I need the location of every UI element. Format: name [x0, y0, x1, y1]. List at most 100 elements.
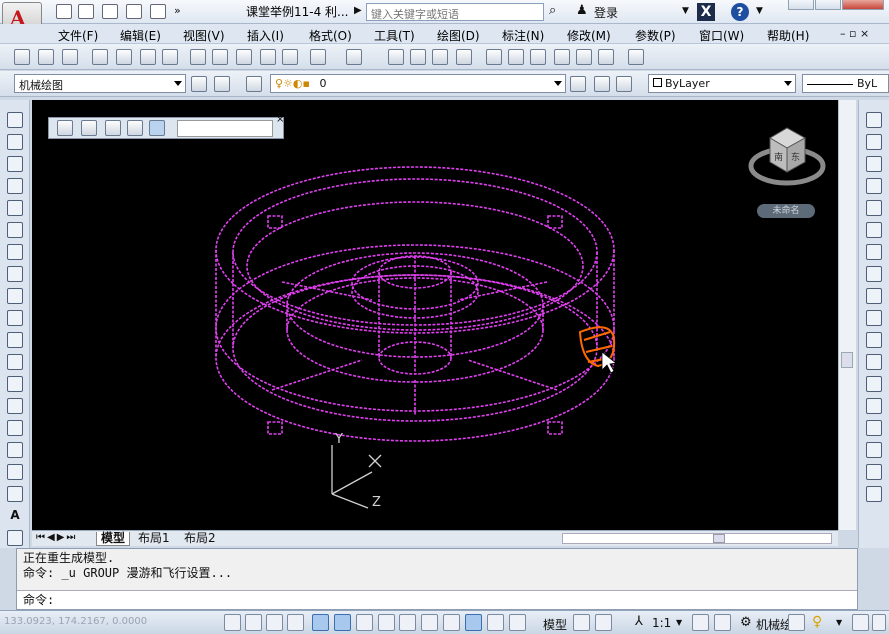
preview-icon[interactable]	[116, 49, 132, 65]
3d-object-snap-icon[interactable]	[356, 614, 373, 631]
table-icon[interactable]	[7, 486, 23, 502]
quickcalc-icon[interactable]	[598, 49, 614, 65]
model-space-toggle[interactable]: 模型	[543, 616, 567, 633]
copy-object-icon[interactable]	[866, 134, 882, 150]
drawing-canvas[interactable]: Y Z 南 东	[32, 100, 838, 530]
layer-manager-icon[interactable]	[246, 76, 262, 92]
more-icon[interactable]: »	[174, 4, 181, 17]
help-dropdown-icon[interactable]: ▼	[756, 6, 763, 16]
join-icon[interactable]	[866, 398, 882, 414]
zoom-realtime-icon[interactable]	[410, 49, 426, 65]
auto-scale-icon[interactable]	[714, 614, 731, 631]
save-as-icon[interactable]	[126, 4, 142, 19]
offset-icon[interactable]	[866, 178, 882, 194]
doc-window-controls-icon[interactable]: – ▫ ×	[840, 27, 869, 40]
zoom-window-icon[interactable]	[432, 49, 448, 65]
horizontal-scroll-thumb[interactable]	[713, 534, 725, 543]
point-icon[interactable]	[7, 398, 23, 414]
circle-icon[interactable]	[7, 244, 23, 260]
sheet-set-icon[interactable]	[554, 49, 570, 65]
cut-icon[interactable]	[190, 49, 206, 65]
vertical-scroll-thumb[interactable]	[841, 352, 853, 368]
menu-insert[interactable]: 插入(I)	[247, 27, 284, 44]
save-toolbar-icon[interactable]	[62, 49, 78, 65]
layer-select[interactable]: ♀☼◐▪ 0	[270, 74, 566, 93]
quick-view-layouts-icon[interactable]	[573, 614, 590, 631]
line-icon[interactable]	[7, 112, 23, 128]
qnew-icon[interactable]	[14, 49, 30, 65]
markup-icon[interactable]	[576, 49, 592, 65]
polygon-icon[interactable]	[7, 178, 23, 194]
break-icon[interactable]	[866, 376, 882, 392]
object-snap-tracking-icon[interactable]	[378, 614, 395, 631]
workspace-gear-icon[interactable]: ⚙	[740, 615, 752, 630]
menu-dimension[interactable]: 标注(N)	[502, 27, 544, 44]
undo-icon[interactable]	[310, 49, 326, 65]
construction-line-icon[interactable]	[7, 134, 23, 150]
quick-properties-icon[interactable]	[487, 614, 504, 631]
redo-icon[interactable]	[346, 49, 362, 65]
layer-states-icon[interactable]	[616, 76, 632, 92]
hatch-icon[interactable]	[7, 420, 23, 436]
multiline-text-icon[interactable]: A	[7, 508, 23, 524]
extend-icon[interactable]	[866, 332, 882, 348]
mirror-icon[interactable]	[866, 156, 882, 172]
toolbar-lock-icon[interactable]	[788, 614, 805, 631]
rectangle-icon[interactable]	[7, 200, 23, 216]
tab-model[interactable]: 模型	[96, 532, 131, 546]
match-properties-icon[interactable]	[282, 49, 298, 65]
trim-icon[interactable]	[866, 310, 882, 326]
menu-window[interactable]: 窗口(W)	[699, 27, 744, 44]
save-icon[interactable]	[102, 4, 118, 19]
dynamic-ucs-icon[interactable]	[399, 614, 416, 631]
coordinate-readout[interactable]: 133.0923, 174.2167, 0.0000	[4, 616, 147, 627]
command-input[interactable]: 命令:	[17, 591, 857, 610]
blend-curves-icon[interactable]	[866, 464, 882, 480]
object-snap-icon[interactable]	[334, 614, 351, 631]
3d-print-icon[interactable]	[162, 49, 178, 65]
close-button[interactable]	[842, 0, 884, 10]
pan-icon[interactable]	[388, 49, 404, 65]
add-selected-icon[interactable]	[7, 530, 23, 546]
infer-constraints-icon[interactable]	[224, 614, 241, 631]
make-current-layer-icon[interactable]	[570, 76, 586, 92]
spline-icon[interactable]	[7, 288, 23, 304]
zoom-previous-icon[interactable]	[456, 49, 472, 65]
exchange-icon[interactable]: X	[697, 3, 715, 21]
region-icon[interactable]	[7, 464, 23, 480]
help-toolbar-icon[interactable]	[628, 49, 644, 65]
selection-cycling-icon[interactable]	[509, 614, 526, 631]
design-center-icon[interactable]	[508, 49, 524, 65]
grid-display-icon[interactable]	[266, 614, 283, 631]
scale-icon[interactable]	[866, 266, 882, 282]
rotate-icon[interactable]	[866, 244, 882, 260]
quick-view-drawings-icon[interactable]	[595, 614, 612, 631]
dynamic-input-icon[interactable]	[421, 614, 438, 631]
viewcube[interactable]: 南 东	[748, 127, 826, 186]
help-icon[interactable]: ?	[731, 3, 749, 21]
new-file-icon[interactable]	[56, 4, 72, 19]
lineweight-icon[interactable]	[443, 614, 460, 631]
scale-dropdown-icon[interactable]: ▼	[676, 618, 682, 627]
paste-icon[interactable]	[236, 49, 252, 65]
polar-tracking-icon[interactable]	[312, 614, 329, 631]
horizontal-scrollbar[interactable]	[562, 533, 832, 544]
tab-layout1[interactable]: 布局1	[138, 532, 170, 546]
single-viewport-icon[interactable]	[81, 120, 97, 136]
print-icon[interactable]	[150, 4, 166, 19]
status-menu-icon[interactable]: ▼	[836, 618, 842, 627]
layer-previous-icon[interactable]	[594, 76, 610, 92]
close-icon[interactable]: ×	[276, 114, 284, 125]
erase-icon[interactable]	[866, 112, 882, 128]
ortho-mode-icon[interactable]	[287, 614, 304, 631]
annotation-scale-value[interactable]: 1:1	[652, 616, 671, 630]
viewport-scale-select[interactable]	[177, 120, 273, 137]
publish-icon[interactable]	[140, 49, 156, 65]
user-icon[interactable]: ♟	[576, 3, 588, 18]
isolate-objects-icon[interactable]	[852, 614, 869, 631]
array-icon[interactable]	[866, 200, 882, 216]
restore-button[interactable]	[815, 0, 841, 10]
linetype-select[interactable]: ByL	[802, 74, 889, 93]
clean-screen-status-icon[interactable]	[872, 614, 886, 631]
move-icon[interactable]	[866, 222, 882, 238]
